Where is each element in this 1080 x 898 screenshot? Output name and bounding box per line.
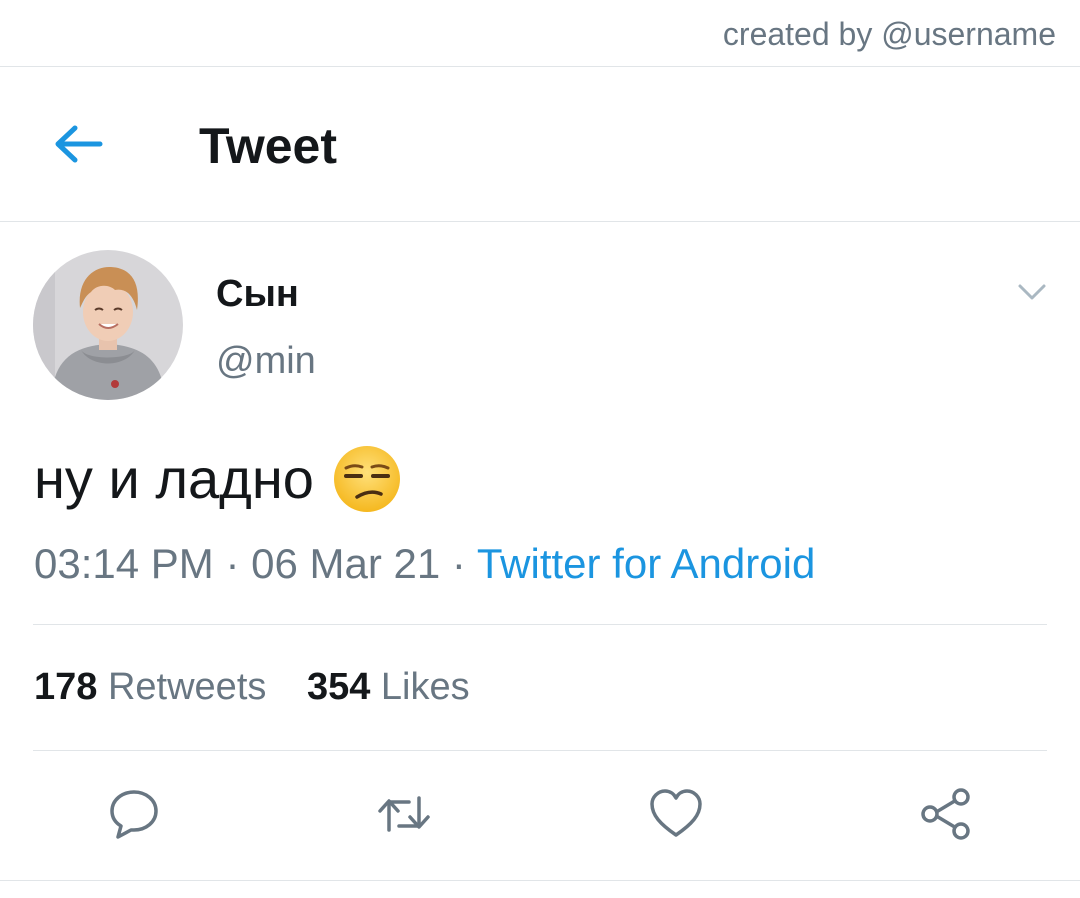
avatar-image — [33, 250, 183, 400]
likes-label: Likes — [380, 666, 470, 708]
tweet-meta: 03:14 PM · 06 Mar 21 · Twitter for Andro… — [34, 540, 815, 588]
divider — [33, 750, 1047, 751]
likes-stat[interactable]: 354 Likes — [307, 666, 470, 709]
watermark-credit: created by @username — [722, 16, 1056, 52]
retweet-button[interactable] — [376, 786, 432, 842]
unamused-face-icon — [332, 444, 402, 514]
meta-separator: · — [451, 540, 466, 587]
tweet-time: 03:14 PM — [34, 540, 214, 587]
tweet-source-link[interactable]: Twitter for Android — [477, 540, 815, 587]
more-options-button[interactable] — [1014, 277, 1050, 307]
retweets-count: 178 — [34, 666, 98, 708]
watermark-bar: created by @username — [0, 0, 1080, 67]
back-button[interactable] — [48, 119, 108, 169]
reply-button[interactable] — [106, 786, 162, 842]
retweets-stat[interactable]: 178 Retweets — [34, 666, 266, 709]
reply-icon — [110, 790, 158, 839]
share-icon — [921, 788, 970, 840]
retweet-icon — [378, 796, 430, 832]
user-handle[interactable]: @min — [216, 340, 316, 383]
tweet-body: ну и ладно — [34, 444, 402, 514]
display-name[interactable]: Сын — [216, 273, 299, 316]
like-button[interactable] — [648, 786, 704, 842]
tweet-date: 06 Mar 21 — [251, 540, 441, 587]
tweet-text: ну и ладно — [34, 447, 314, 510]
app-header: Tweet — [0, 67, 1080, 222]
avatar[interactable] — [33, 250, 183, 400]
meta-separator: · — [225, 540, 240, 587]
tweet-screen: created by @username Tweet Сын @min ну и… — [0, 0, 1080, 898]
likes-count: 354 — [306, 666, 371, 708]
divider — [0, 880, 1080, 881]
tweet-stats: 178 Retweets 354 Likes — [34, 666, 500, 709]
retweets-label: Retweets — [107, 666, 267, 708]
page-title: Tweet — [199, 118, 337, 174]
heart-icon — [650, 789, 702, 837]
share-button[interactable] — [918, 786, 974, 842]
arrow-left-icon — [55, 125, 103, 163]
chevron-down-icon — [1018, 284, 1046, 300]
divider — [33, 624, 1047, 625]
